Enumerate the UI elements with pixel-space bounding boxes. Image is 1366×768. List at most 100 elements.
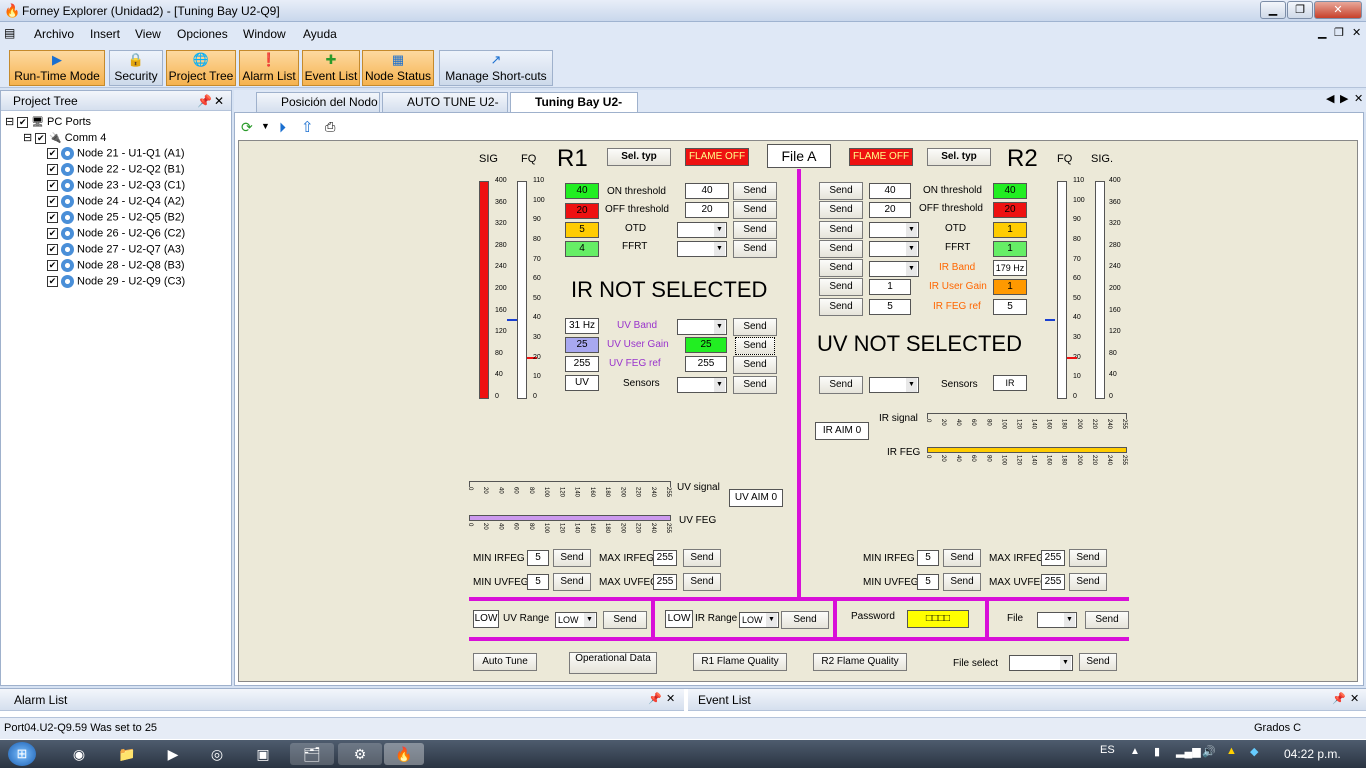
r1-uv-band-send-button[interactable]: Send bbox=[733, 318, 777, 336]
tab-posicion-nodo[interactable]: Posición del Nodo bbox=[256, 92, 380, 112]
r1-min-uvfeg-send-button[interactable]: Send bbox=[553, 573, 591, 591]
menu-archivo[interactable]: Archivo bbox=[34, 27, 74, 41]
ir-range-send-button[interactable]: Send bbox=[781, 611, 829, 629]
checkbox[interactable]: ✔ bbox=[47, 164, 58, 175]
r1-sensors-select[interactable] bbox=[677, 377, 727, 393]
manage-shortcuts-button[interactable]: ↗ Manage Short-cuts bbox=[439, 50, 553, 86]
tray-up-icon[interactable]: ▲ bbox=[1130, 746, 1140, 757]
r2-ir-band-send-button[interactable]: Send bbox=[819, 259, 863, 277]
explorer-task-icon[interactable]: 🗂 bbox=[290, 743, 334, 765]
r1-uv-feg-send-button[interactable]: Send bbox=[733, 356, 777, 374]
menu-insert[interactable]: Insert bbox=[90, 27, 120, 41]
r1-max-uvfeg-entry[interactable]: 255 bbox=[653, 574, 677, 590]
file-select[interactable] bbox=[1037, 612, 1077, 628]
run-time-mode-button[interactable]: ▶ Run-Time Mode bbox=[9, 50, 105, 86]
menu-ayuda[interactable]: Ayuda bbox=[303, 27, 337, 41]
r1-on-send-button[interactable]: Send bbox=[733, 182, 777, 200]
r1-off-entry[interactable]: 20 bbox=[685, 202, 729, 218]
r1-otd-send-button[interactable]: Send bbox=[733, 221, 777, 239]
r1-otd-select[interactable] bbox=[677, 222, 727, 238]
start-button[interactable]: ⊞ bbox=[8, 742, 36, 766]
r2-max-irfeg-send-button[interactable]: Send bbox=[1069, 549, 1107, 567]
r2-ir-feg-send-button[interactable]: Send bbox=[819, 298, 863, 316]
dropbox-icon[interactable]: ◆ bbox=[1250, 745, 1258, 758]
close-pane-icon[interactable]: ✕ bbox=[214, 91, 224, 111]
event-pin-icon[interactable]: 📌 bbox=[1332, 692, 1346, 705]
alarm-close-icon[interactable]: ✕ bbox=[666, 692, 675, 705]
r1-min-irfeg-send-button[interactable]: Send bbox=[553, 549, 591, 567]
uv-range-select[interactable]: LOW bbox=[555, 612, 597, 628]
r1-uv-gain-send-button[interactable]: Send bbox=[735, 337, 775, 355]
tree-node[interactable]: ✔ Node 22 - U2-Q2 (B1) bbox=[47, 163, 185, 179]
doc-menu-icon[interactable]: ▤ bbox=[4, 26, 15, 40]
checkbox[interactable]: ✔ bbox=[47, 212, 58, 223]
r1-max-irfeg-send-button[interactable]: Send bbox=[683, 549, 721, 567]
pin-icon[interactable]: 📌 bbox=[197, 91, 212, 111]
tree-node[interactable]: ✔ Node 29 - U2-Q9 (C3) bbox=[47, 275, 185, 291]
tree-node[interactable]: ✔ Node 27 - U2-Q7 (A3) bbox=[47, 243, 185, 259]
upload-icon[interactable]: ⇧ bbox=[301, 118, 314, 136]
network-app-icon[interactable]: ◎ bbox=[200, 743, 234, 765]
security-button[interactable]: 🔒 Security bbox=[109, 50, 163, 86]
r2-ir-gain-send-button[interactable]: Send bbox=[819, 278, 863, 296]
r2-sensors-select[interactable] bbox=[869, 377, 919, 393]
refresh-icon[interactable]: ⟳ bbox=[241, 119, 253, 136]
volume-icon[interactable]: 🔊 bbox=[1202, 745, 1216, 758]
password-field[interactable]: □□□□ bbox=[907, 610, 969, 628]
minimize-button[interactable]: ▁ bbox=[1260, 1, 1286, 19]
r2-sel-typ-button[interactable]: Sel. typ bbox=[927, 148, 991, 166]
event-list-button[interactable]: ✚ Event List bbox=[302, 50, 360, 86]
tree-node[interactable]: ✔ Node 21 - U1-Q1 (A1) bbox=[47, 147, 185, 163]
node-status-button[interactable]: ▦ Node Status bbox=[362, 50, 434, 86]
r1-sel-typ-button[interactable]: Sel. typ bbox=[607, 148, 671, 166]
r2-min-uvfeg-send-button[interactable]: Send bbox=[943, 573, 981, 591]
drive-icon[interactable]: ▲ bbox=[1226, 745, 1237, 757]
r2-ir-band-select[interactable] bbox=[869, 261, 919, 277]
r2-max-uvfeg-entry[interactable]: 255 bbox=[1041, 574, 1065, 590]
r1-min-irfeg-entry[interactable]: 5 bbox=[527, 550, 549, 566]
clock[interactable]: 04:22 p.m. bbox=[1284, 747, 1341, 761]
mdi-restore-icon[interactable]: ❐ bbox=[1334, 26, 1344, 39]
r2-ir-feg-entry[interactable]: 5 bbox=[869, 299, 911, 315]
r2-max-uvfeg-send-button[interactable]: Send bbox=[1069, 573, 1107, 591]
r2-ffrt-send-button[interactable]: Send bbox=[819, 240, 863, 258]
r2-off-send-button[interactable]: Send bbox=[819, 201, 863, 219]
battery-icon[interactable]: ▮ bbox=[1154, 745, 1160, 758]
tab-tuning-bay[interactable]: Tuning Bay U2-Q9 bbox=[510, 92, 638, 127]
play-circle-icon[interactable]: ⏵ bbox=[279, 119, 286, 136]
r2-ir-gain-entry[interactable]: 1 bbox=[869, 279, 911, 295]
checkbox[interactable]: ✔ bbox=[47, 276, 58, 287]
r1-ffrt-select[interactable] bbox=[677, 241, 727, 257]
r1-uv-gain-entry[interactable]: 25 bbox=[685, 337, 727, 353]
ir-range-select[interactable]: LOW bbox=[739, 612, 779, 628]
forney-task-icon[interactable]: 🔥 bbox=[384, 743, 424, 765]
signal-icon[interactable]: ▂▄▆ bbox=[1176, 745, 1201, 758]
r2-flame-quality-button[interactable]: R2 Flame Quality bbox=[813, 653, 907, 671]
chrome-icon[interactable]: ◉ bbox=[62, 743, 96, 765]
r2-min-irfeg-send-button[interactable]: Send bbox=[943, 549, 981, 567]
tree-node[interactable]: ✔ Node 26 - U2-Q6 (C2) bbox=[47, 227, 185, 243]
auto-tune-button[interactable]: Auto Tune bbox=[473, 653, 537, 671]
checkbox[interactable]: ✔ bbox=[47, 196, 58, 207]
folder-icon[interactable]: 📁 bbox=[110, 743, 144, 765]
menu-window[interactable]: Window bbox=[243, 27, 286, 41]
tree-node[interactable]: ✔ Node 23 - U2-Q3 (C1) bbox=[47, 179, 185, 195]
checkbox[interactable]: ✔ bbox=[47, 244, 58, 255]
menu-opciones[interactable]: Opciones bbox=[177, 27, 228, 41]
refresh-dropdown-icon[interactable]: ▼ bbox=[261, 121, 270, 131]
tab-scroll-right-icon[interactable]: ▶ bbox=[1340, 92, 1348, 105]
r1-off-send-button[interactable]: Send bbox=[733, 201, 777, 219]
r2-ffrt-select[interactable] bbox=[869, 241, 919, 257]
alarm-list-button[interactable]: ❗ Alarm List bbox=[239, 50, 299, 86]
operational-data-button[interactable]: Operational Data bbox=[569, 652, 657, 674]
project-tree-button[interactable]: 🌐 Project Tree bbox=[166, 50, 236, 86]
r1-flame-quality-button[interactable]: R1 Flame Quality bbox=[693, 653, 787, 671]
r2-max-irfeg-entry[interactable]: 255 bbox=[1041, 550, 1065, 566]
r1-uv-band-select[interactable] bbox=[677, 319, 727, 335]
tree-comm[interactable]: ⊟ ✔ 🔌 Comm 4 bbox=[5, 131, 185, 147]
r1-min-uvfeg-entry[interactable]: 5 bbox=[527, 574, 549, 590]
r2-otd-select[interactable] bbox=[869, 222, 919, 238]
app-window-icon[interactable]: ▣ bbox=[246, 743, 280, 765]
checkbox[interactable]: ✔ bbox=[47, 180, 58, 191]
tab-auto-tune[interactable]: AUTO TUNE U2-Q9 bbox=[382, 92, 508, 112]
